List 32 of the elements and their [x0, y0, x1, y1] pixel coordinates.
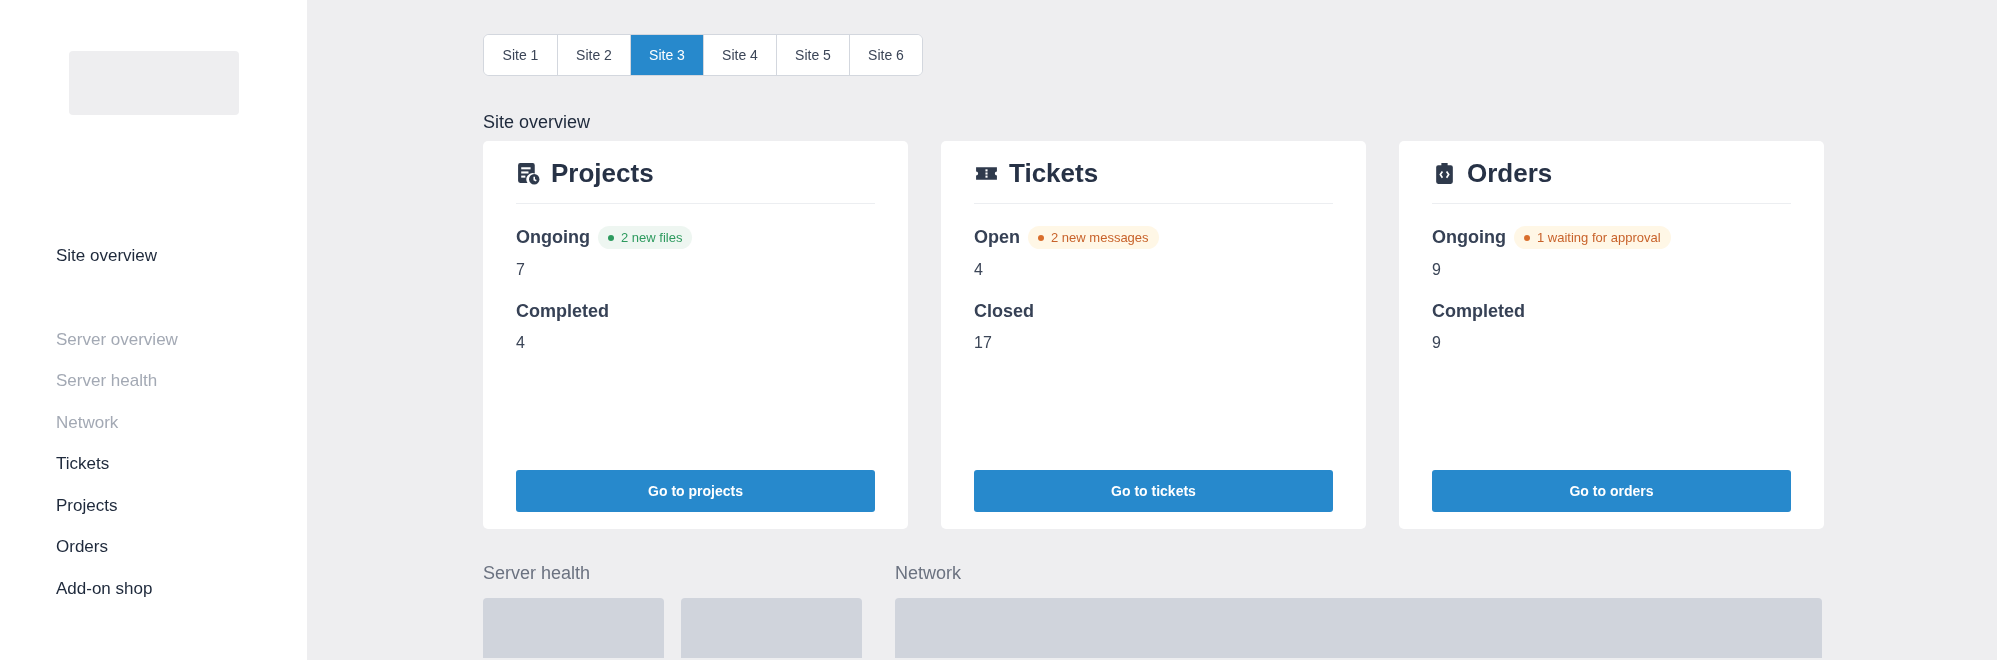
sidebar-item[interactable]: Add-on shop: [56, 578, 307, 620]
section-title: Server health: [483, 563, 592, 584]
site-tab[interactable]: Site 6: [849, 35, 922, 75]
stat-value: 4: [974, 261, 984, 279]
status-badge: 1 waiting for approval: [1514, 226, 1671, 249]
go-button[interactable]: Go to projects: [516, 470, 875, 512]
stat-label: Ongoing: [1432, 227, 1506, 248]
sidebar-item[interactable]: Projects: [56, 495, 307, 537]
stat-value: 7: [516, 261, 526, 279]
stat-label: Open: [974, 227, 1020, 248]
status-badge: 2 new files: [598, 226, 693, 249]
section-title: Site overview: [483, 112, 592, 133]
stat-value: 9: [1432, 334, 1442, 352]
card-title: Orders: [1467, 157, 1553, 189]
section-title: Network: [895, 563, 962, 584]
site-tab[interactable]: Site 3: [630, 35, 703, 75]
card-title: Projects: [551, 157, 654, 189]
sidebar-item[interactable]: Site overview: [56, 246, 307, 288]
stat-value: 4: [516, 334, 526, 352]
sidebar-item[interactable]: Orders: [56, 537, 307, 579]
stat-label: Completed: [516, 301, 609, 322]
card-title: Tickets: [1009, 157, 1099, 189]
go-button[interactable]: Go to orders: [1432, 470, 1791, 512]
stat-value: 17: [974, 334, 993, 352]
stat-label: Ongoing: [516, 227, 590, 248]
stat-label: Closed: [974, 301, 1034, 322]
status-badge: 2 new messages: [1028, 226, 1159, 249]
document-clock-icon: [516, 160, 541, 186]
stat-value: 9: [1432, 261, 1442, 279]
sidebar-item[interactable]: Tickets: [56, 454, 307, 496]
go-button[interactable]: Go to tickets: [974, 470, 1333, 512]
stat-label: Completed: [1432, 301, 1525, 322]
